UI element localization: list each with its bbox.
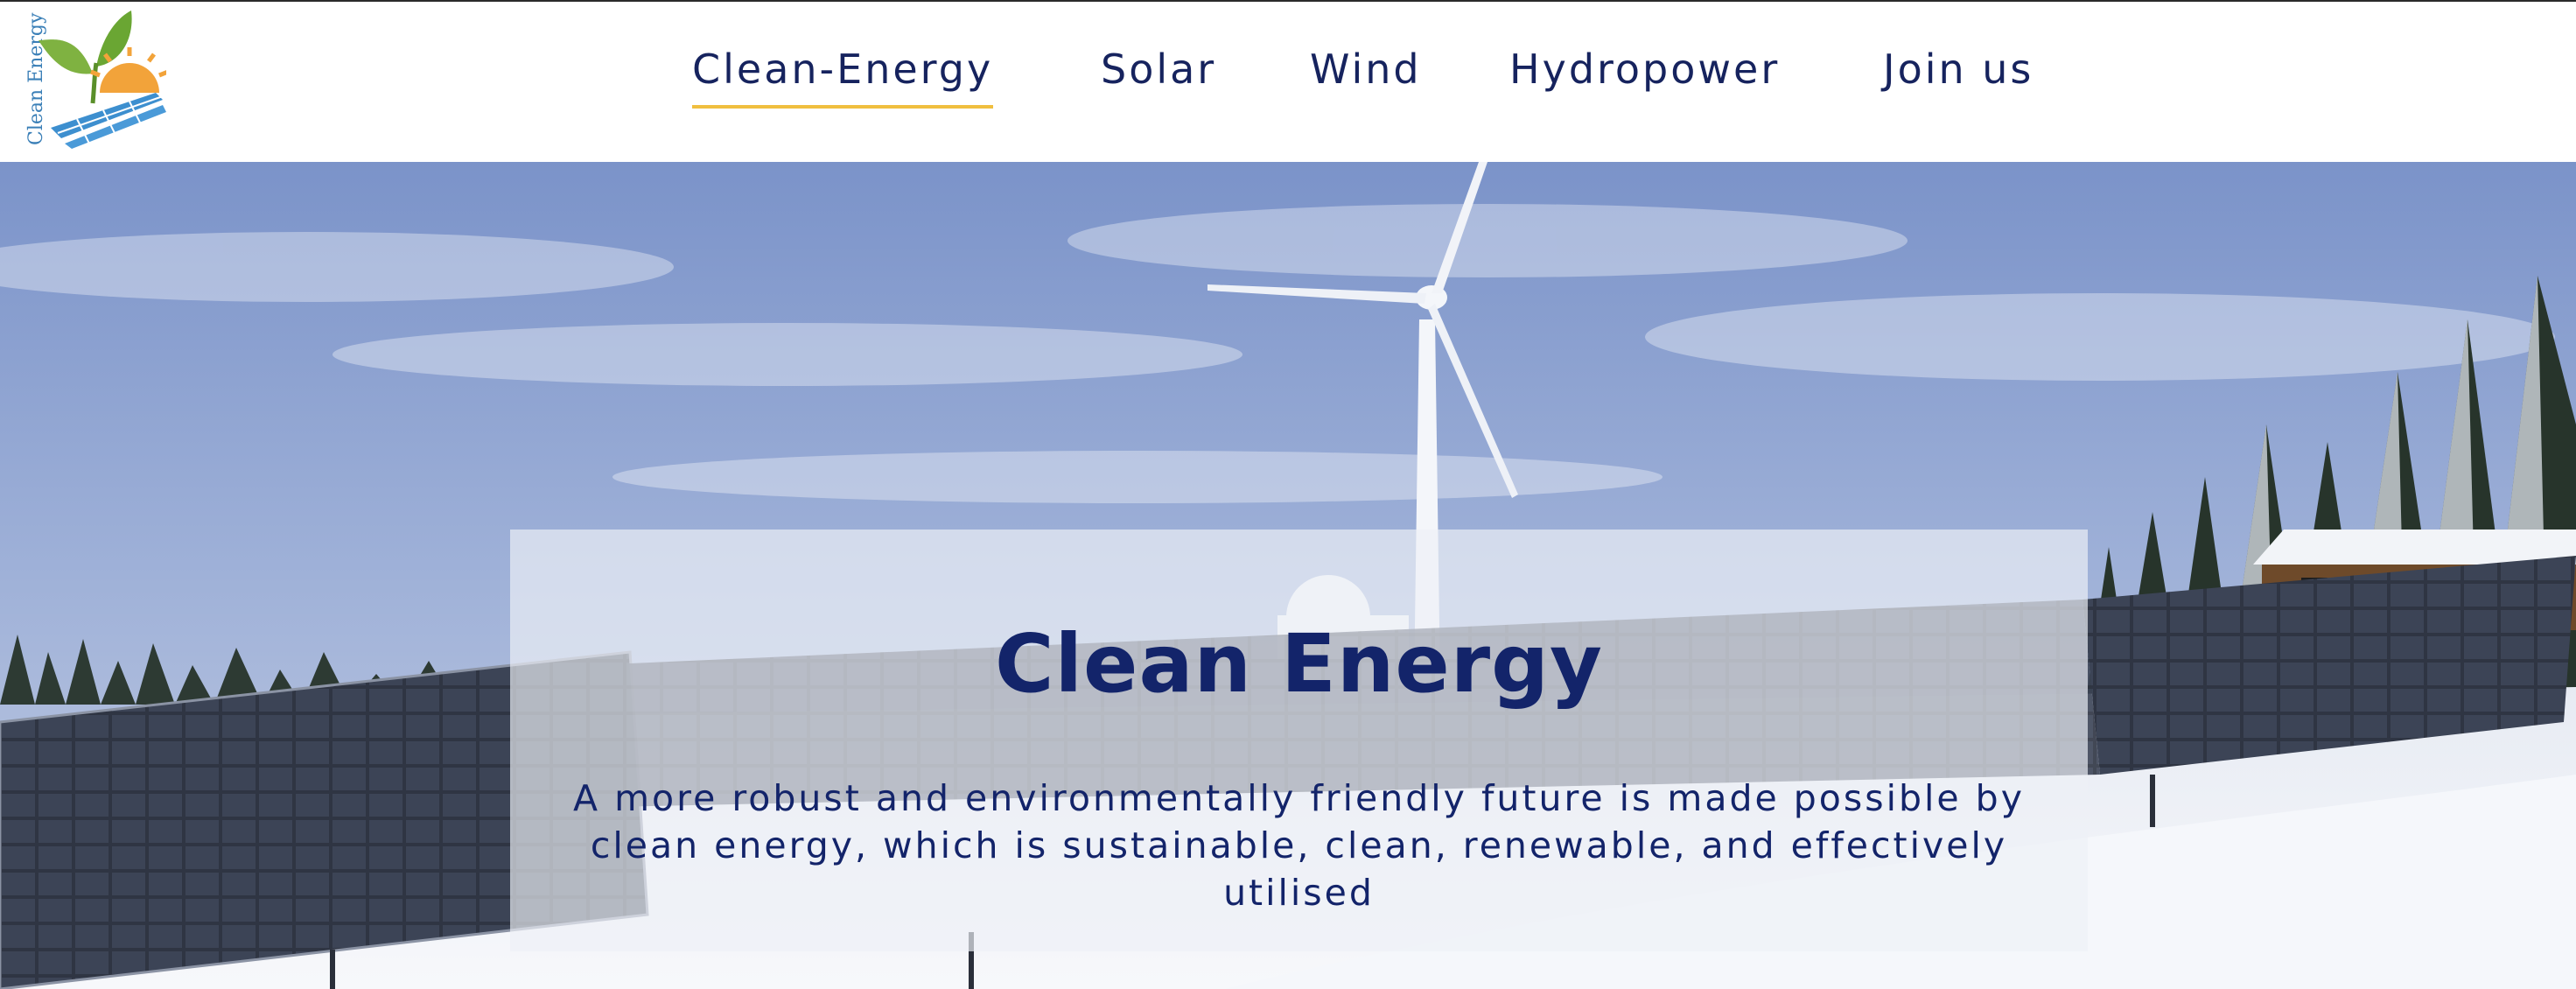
hero-section: Clean Energy A more robust and environme…	[0, 162, 2576, 989]
nav-clean-energy[interactable]: Clean-Energy	[692, 46, 994, 109]
hero-title: Clean Energy	[995, 617, 1603, 711]
hero-description: A more robust and environmentally friend…	[573, 777, 2025, 914]
nav-wind[interactable]: Wind	[1310, 46, 1422, 93]
main-navigation: Clean-Energy Solar Wind Hydropower Join …	[0, 2, 2576, 164]
top-navigation-bar: Clean Energy Clean-Energy Solar Wind Hyd…	[0, 0, 2576, 162]
hero-overlay-panel: Clean Energy A more robust and environme…	[510, 530, 2088, 951]
nav-join-us[interactable]: Join us	[1883, 46, 2034, 93]
nav-solar[interactable]: Solar	[1101, 46, 1216, 93]
nav-hydropower[interactable]: Hydropower	[1509, 46, 1780, 93]
